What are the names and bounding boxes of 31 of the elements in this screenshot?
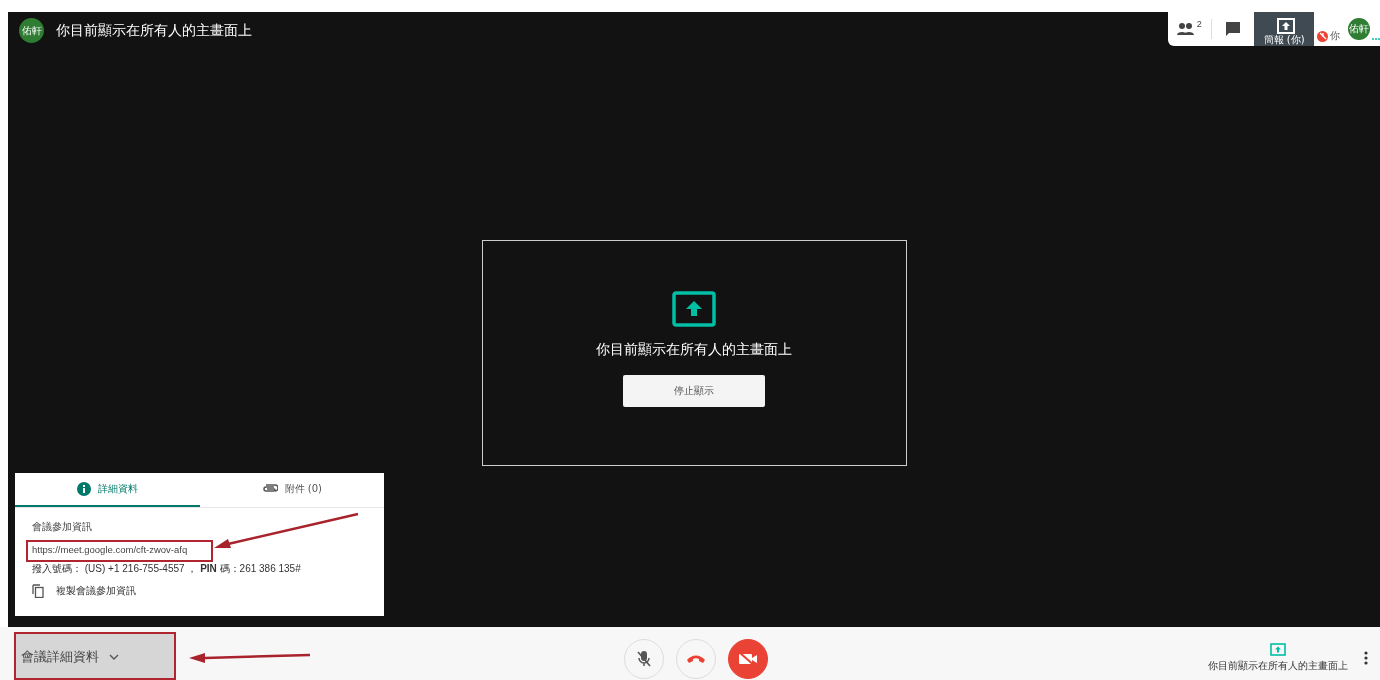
microphone-button[interactable] [624,639,664,679]
presentation-tile[interactable]: 簡報 (你) [1254,12,1314,46]
chevron-down-icon [109,653,119,660]
tile-label: 簡報 (你) [1263,34,1305,45]
presenting-status: 你目前顯示在所有人的主畫面上 [1208,659,1348,673]
chat-icon [1224,21,1241,37]
presenting-title: 你目前顯示在所有人的主畫面上 [56,21,252,40]
copy-info-button[interactable]: 複製會議參加資訊 [32,584,136,598]
presenting-message: 你目前顯示在所有人的主畫面上 [596,341,792,359]
more-options-button[interactable] [1362,651,1370,665]
section-heading: 會議參加資訊 [32,520,92,534]
paperclip-icon [261,484,278,494]
people-button[interactable]: 2 [1168,12,1211,46]
dial-in-info: 撥入號碼： (US) +1 216-755-4557 ， PIN 碼：261 386 135# [32,562,301,576]
avatar: 佑軒 [19,18,44,43]
tile-label: 你 [1330,29,1340,43]
microphone-off-icon [636,650,652,668]
meeting-details-button[interactable]: 會議詳細資料 [15,633,175,680]
camera-off-icon [737,651,759,667]
info-icon [76,482,91,496]
hang-up-button[interactable] [676,639,716,679]
present-icon [1270,643,1286,656]
present-icon [1277,18,1296,34]
people-icon [1176,22,1197,36]
present-icon [672,291,716,327]
avatar: 佑軒 [1348,18,1370,40]
phone-icon [686,654,706,664]
camera-button[interactable] [728,639,768,679]
stop-presenting-button[interactable]: 停止顯示 [623,375,765,407]
meeting-link[interactable]: https://meet.google.com/cft-zwov-afq [32,544,188,555]
copy-icon [32,584,44,598]
